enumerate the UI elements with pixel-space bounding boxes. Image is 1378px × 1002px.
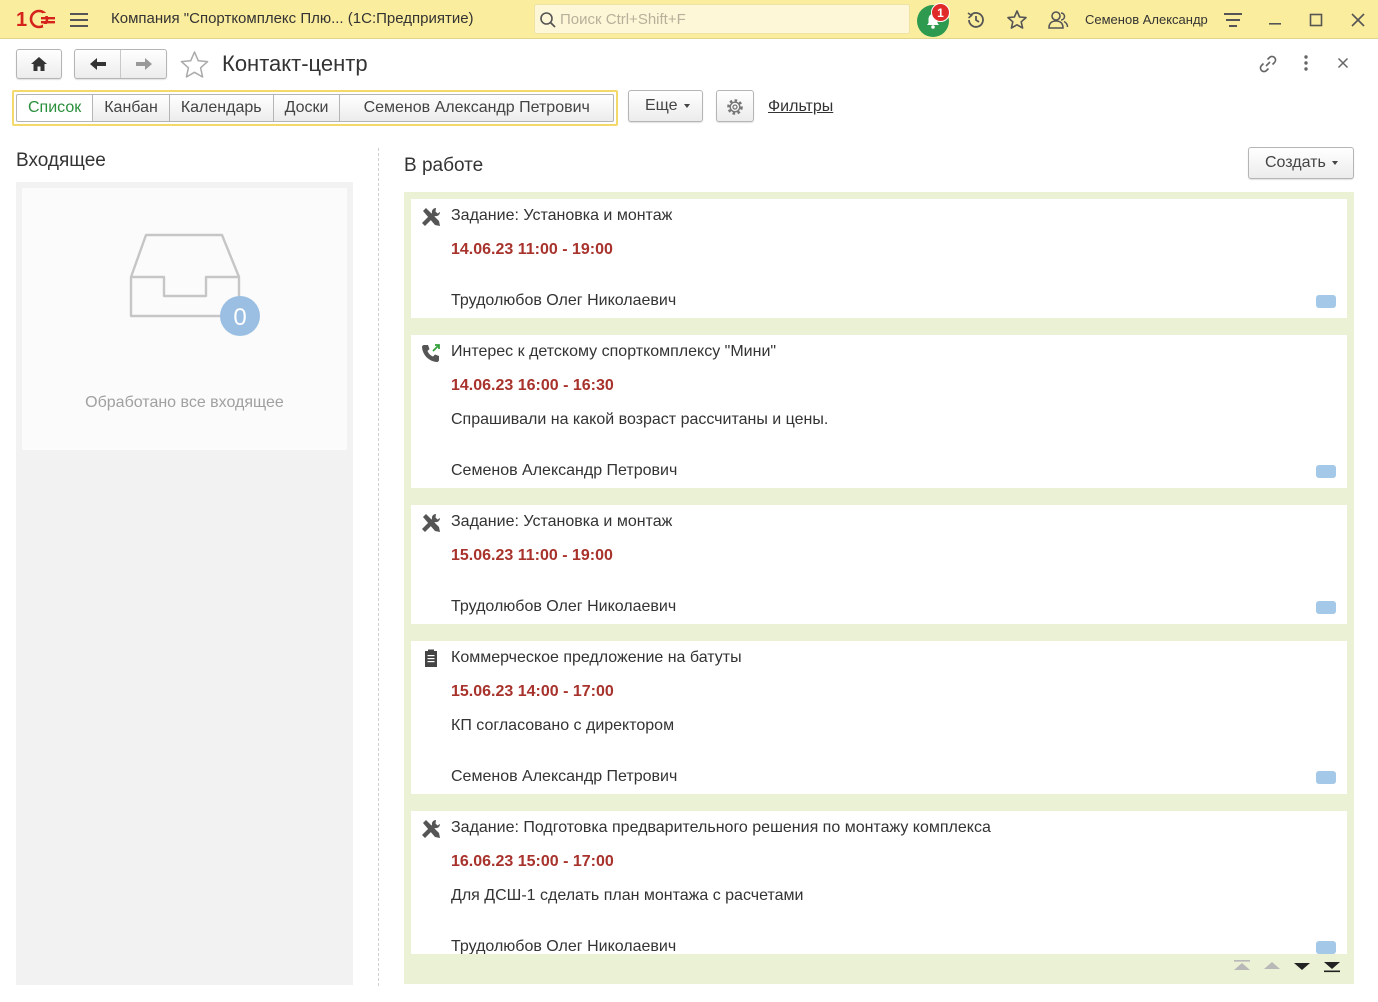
- more-vertical-icon[interactable]: [1296, 53, 1316, 73]
- scroll-to-top-icon[interactable]: [1228, 953, 1256, 979]
- home-icon: [31, 57, 47, 71]
- favorites-star-icon[interactable]: [1006, 9, 1028, 31]
- tab-calendar[interactable]: Календарь: [169, 94, 274, 122]
- work-card[interactable]: Задание: Установка и монтаж 14.06.23 11:…: [411, 199, 1347, 318]
- column-divider: [378, 148, 379, 986]
- card-title: Коммерческое предложение на батуты: [451, 649, 742, 666]
- search-input[interactable]: [560, 9, 900, 29]
- scroll-to-bottom-icon[interactable]: [1318, 953, 1346, 979]
- document-icon: [425, 649, 437, 667]
- card-user: Трудолюбов Олег Николаевич: [451, 292, 677, 309]
- card-description: Для ДСШ-1 сделать план монтажа с расчета…: [451, 887, 804, 904]
- tab-responsible-user[interactable]: Семенов Александр Петрович: [340, 94, 614, 122]
- title-bar: 1 Компания "Спорткомплекс Плю... (1С:Пре…: [0, 0, 1378, 39]
- card-user: Семенов Александр Петрович: [451, 768, 678, 785]
- card-title: Задание: Подготовка предварительного реш…: [451, 819, 991, 836]
- work-card[interactable]: Коммерческое предложение на батуты 15.06…: [411, 641, 1347, 794]
- arrow-left-icon: [90, 58, 106, 70]
- card-title: Задание: Установка и монтаж: [451, 513, 673, 530]
- notifications-button[interactable]: 1: [917, 3, 950, 37]
- form-title: Контакт-центр: [222, 51, 368, 76]
- user-name[interactable]: Семенов Александр: [1085, 12, 1208, 27]
- card-date: 14.06.23 11:00 - 19:00: [451, 241, 613, 258]
- card-date: 15.06.23 11:00 - 19:00: [451, 547, 613, 564]
- logo-1c-icon[interactable]: 1: [16, 8, 56, 30]
- card-title: Задание: Установка и монтаж: [451, 207, 673, 224]
- dropdown-arrow-icon: [683, 103, 690, 108]
- more-button[interactable]: Еще: [628, 90, 703, 122]
- card-tag[interactable]: [1316, 465, 1336, 478]
- card-description: КП согласовано с директором: [451, 717, 675, 734]
- create-button-label: Создать: [1265, 154, 1326, 171]
- card-date: 15.06.23 14:00 - 17:00: [451, 683, 614, 700]
- search-box[interactable]: [534, 4, 910, 34]
- inbox-icon: 0: [129, 233, 260, 336]
- users-icon[interactable]: [1047, 9, 1069, 31]
- work-card[interactable]: Задание: Подготовка предварительного реш…: [411, 811, 1347, 954]
- close-window-icon[interactable]: [1347, 9, 1369, 31]
- create-button[interactable]: Создать: [1248, 147, 1354, 179]
- back-button[interactable]: [75, 50, 121, 78]
- notification-badge: 1: [931, 3, 950, 22]
- history-icon[interactable]: [965, 9, 987, 31]
- more-button-label: Еще: [645, 97, 678, 114]
- card-user: Трудолюбов Олег Николаевич: [451, 938, 677, 954]
- app-title: Компания "Спорткомплекс Плю... (1С:Предп…: [111, 10, 474, 27]
- home-button[interactable]: [16, 49, 62, 79]
- work-card[interactable]: Интерес к детскому спорткомплексу "Мини"…: [411, 335, 1347, 488]
- tab-list[interactable]: Список: [16, 94, 94, 122]
- link-icon[interactable]: [1257, 53, 1279, 75]
- filters-link[interactable]: Фильтры: [768, 98, 833, 116]
- view-switcher: Список Канбан Календарь Доски Семенов Ал…: [12, 90, 618, 126]
- back-forward-group: [74, 49, 167, 79]
- incoming-count: 0: [233, 304, 246, 331]
- forward-button[interactable]: [122, 50, 167, 78]
- card-tag[interactable]: [1316, 601, 1336, 614]
- close-form-icon[interactable]: [1334, 54, 1352, 72]
- settings-lines-icon[interactable]: [1222, 9, 1244, 31]
- tab-boards[interactable]: Доски: [273, 94, 341, 122]
- settings-button[interactable]: [716, 90, 754, 122]
- card-tag[interactable]: [1316, 295, 1336, 308]
- tab-kanban[interactable]: Канбан: [93, 94, 170, 122]
- dropdown-arrow-icon: [1331, 160, 1338, 165]
- maximize-icon[interactable]: [1305, 9, 1327, 31]
- minimize-icon[interactable]: [1264, 9, 1286, 31]
- favorite-star-icon[interactable]: [179, 50, 210, 80]
- work-card[interactable]: Задание: Установка и монтаж 15.06.23 11:…: [411, 505, 1347, 624]
- card-title: Интерес к детскому спорткомплексу "Мини": [451, 343, 777, 360]
- scroll-down-icon[interactable]: [1288, 953, 1316, 979]
- phone-incoming-icon: [422, 344, 440, 362]
- search-icon: [540, 12, 556, 28]
- incoming-empty-text: Обработано все входящее: [85, 394, 284, 411]
- scroll-up-icon[interactable]: [1258, 953, 1286, 979]
- svg-text:1: 1: [16, 9, 27, 30]
- card-user: Трудолюбов Олег Николаевич: [451, 598, 677, 615]
- tools-icon: [422, 819, 441, 838]
- card-tag[interactable]: [1316, 771, 1336, 784]
- incoming-empty-card: 0 Обработано все входящее: [22, 188, 347, 450]
- gear-icon: [727, 99, 743, 115]
- card-description: Спрашивали на какой возраст рассчитаны и…: [451, 411, 829, 428]
- card-user: Семенов Александр Петрович: [451, 462, 678, 479]
- arrow-right-icon: [136, 58, 152, 70]
- card-date: 16.06.23 15:00 - 17:00: [451, 853, 614, 870]
- in-work-title: В работе: [404, 155, 484, 176]
- card-date: 14.06.23 16:00 - 16:30: [451, 377, 614, 394]
- tools-icon: [422, 513, 441, 532]
- tools-icon: [422, 207, 441, 226]
- incoming-title: Входящее: [16, 150, 106, 171]
- menu-icon[interactable]: [68, 10, 90, 30]
- in-work-scroll-area[interactable]: Задание: Установка и монтаж 14.06.23 11:…: [404, 192, 1354, 954]
